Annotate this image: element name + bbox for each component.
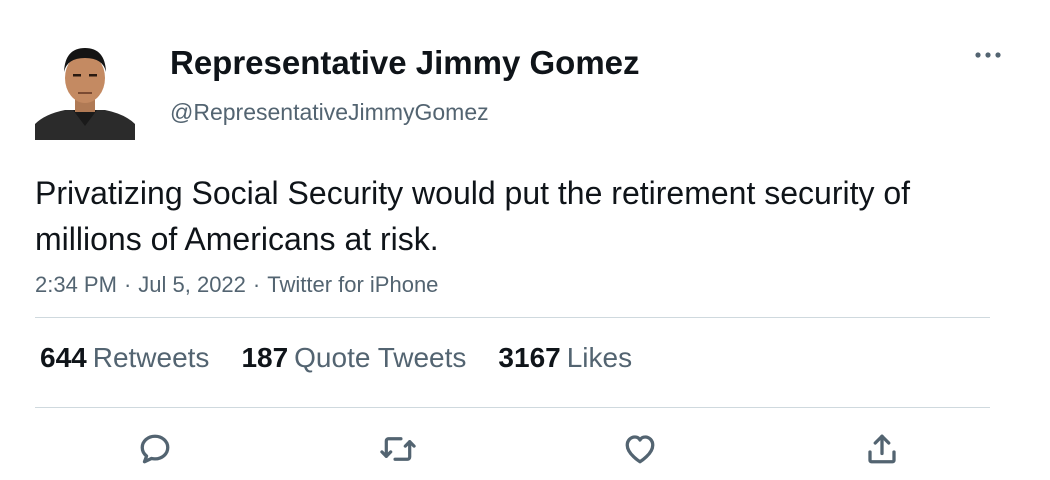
action-bar	[0, 425, 1050, 475]
handle[interactable]: @RepresentativeJimmyGomez	[170, 99, 489, 126]
retweets-stat[interactable]: 644 Retweets	[40, 342, 209, 374]
share-button[interactable]	[862, 429, 902, 469]
meta-separator: ·	[252, 272, 261, 297]
divider	[35, 407, 990, 408]
engagement-stats: 644 Retweets 187 Quote Tweets 3167 Likes	[40, 342, 632, 374]
retweets-count: 644	[40, 342, 87, 373]
tweet-source[interactable]: Twitter for iPhone	[267, 272, 438, 297]
quote-tweets-count: 187	[241, 342, 289, 373]
quote-tweets-label: Quote Tweets	[294, 342, 467, 373]
retweet-icon	[380, 437, 416, 461]
display-name[interactable]: Representative Jimmy Gomez	[170, 44, 640, 82]
tweet-time[interactable]: 2:34 PM	[35, 272, 117, 297]
tweet-card: Representative Jimmy Gomez @Representati…	[0, 0, 1050, 480]
likes-label: Likes	[566, 342, 633, 373]
quote-tweets-stat[interactable]: 187 Quote Tweets	[241, 342, 466, 374]
share-icon	[868, 434, 896, 464]
avatar-image	[35, 42, 135, 140]
tweet-text: Privatizing Social Security would put th…	[35, 175, 911, 257]
tweet-metadata: 2:34 PM · Jul 5, 2022 · Twitter for iPhone	[35, 272, 438, 298]
tweet-date[interactable]: Jul 5, 2022	[138, 272, 246, 297]
likes-stat[interactable]: 3167 Likes	[498, 342, 632, 374]
avatar[interactable]	[35, 42, 135, 140]
reply-icon	[140, 434, 170, 464]
retweet-button[interactable]	[378, 429, 418, 469]
like-button[interactable]	[620, 429, 660, 469]
reply-button[interactable]	[135, 429, 175, 469]
more-options-button[interactable]	[968, 40, 1008, 70]
meta-separator: ·	[123, 272, 132, 297]
more-icon	[975, 52, 1001, 58]
likes-count: 3167	[498, 342, 561, 373]
retweets-label: Retweets	[92, 342, 210, 373]
divider	[35, 317, 990, 318]
like-icon	[625, 435, 655, 464]
